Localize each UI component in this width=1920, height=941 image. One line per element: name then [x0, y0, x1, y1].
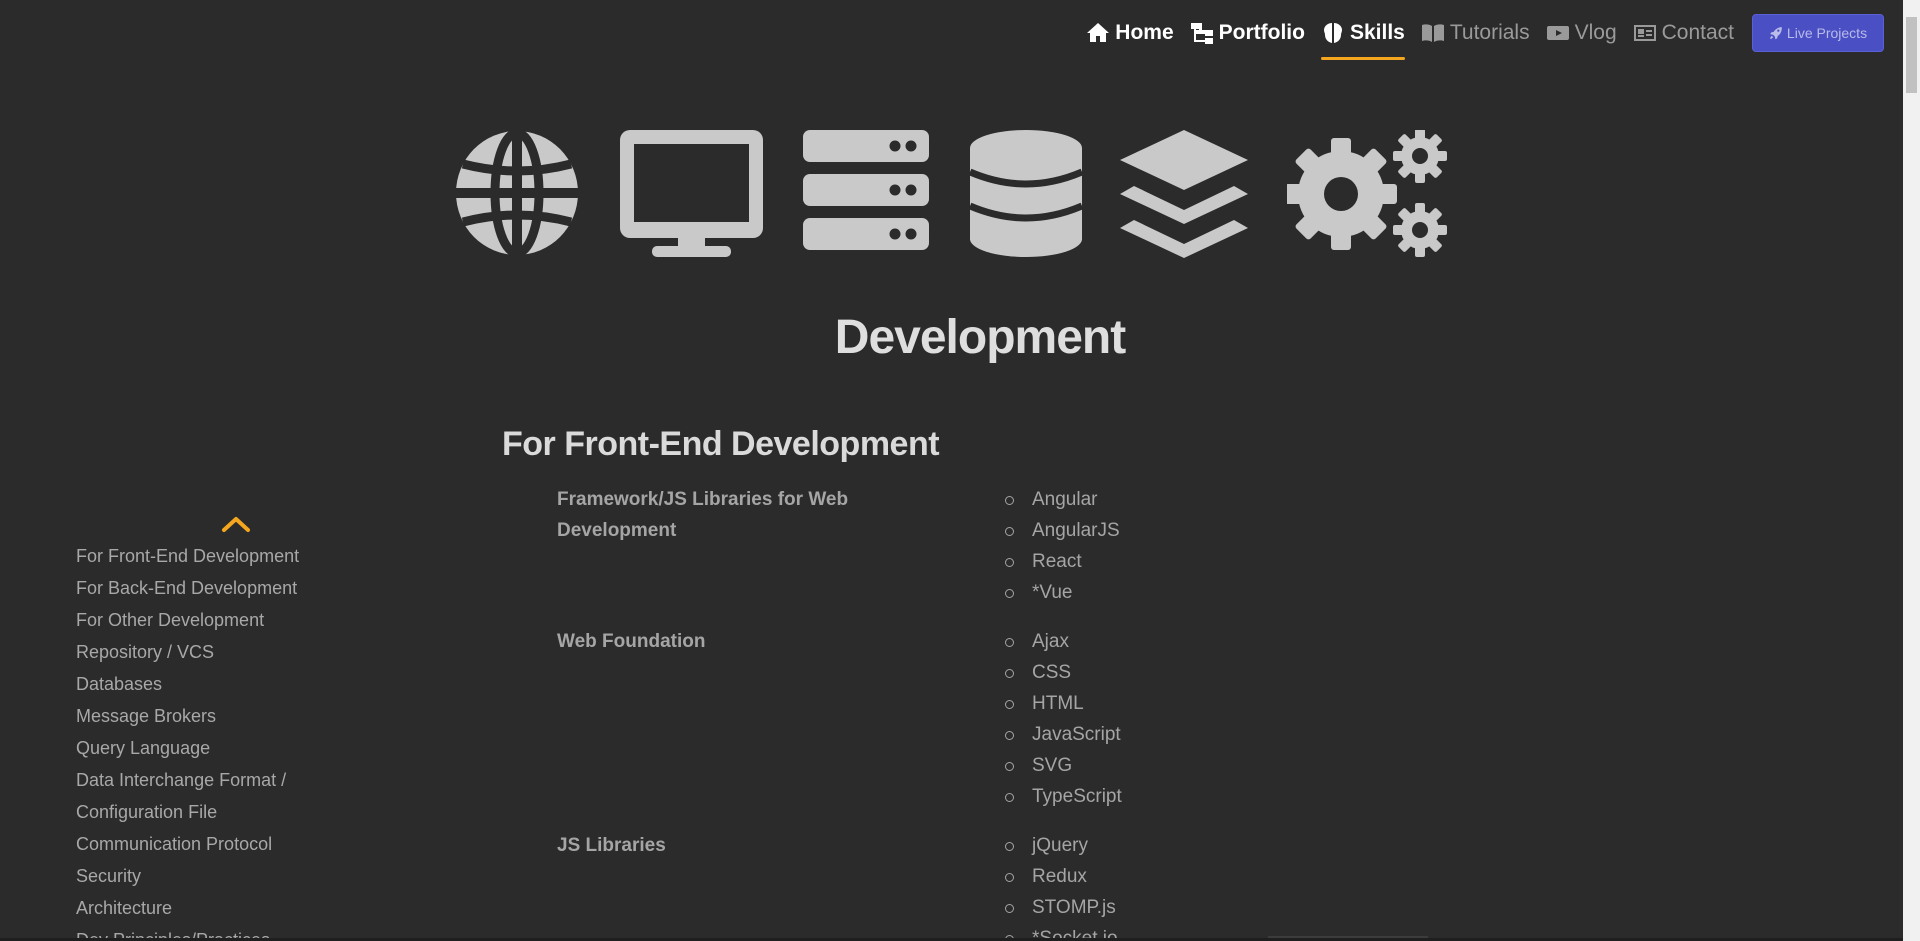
youtube-icon: [1546, 26, 1569, 40]
skill-item: STOMP.js: [1005, 892, 1118, 923]
address-card-icon: [1633, 25, 1656, 41]
server-icon: [803, 130, 929, 250]
skill-item: TypeScript: [1005, 781, 1122, 812]
skill-item: jQuery: [1005, 830, 1118, 861]
skill-item: *Vue: [1005, 577, 1120, 608]
skill-item: Angular: [1005, 484, 1120, 515]
sidenav-item-configuration-file[interactable]: Configuration File: [76, 796, 316, 828]
sidenav-item-architecture[interactable]: Architecture: [76, 892, 316, 924]
skill-item: React: [1005, 546, 1120, 577]
sidenav-item-repository[interactable]: Repository / VCS: [76, 636, 316, 668]
skill-item: JavaScript: [1005, 719, 1122, 750]
sidenav-item-security[interactable]: Security: [76, 860, 316, 892]
sidenav-collapse-button[interactable]: [220, 512, 252, 536]
desktop-icon: [620, 130, 763, 257]
nav-tutorials-label: Tutorials: [1449, 21, 1530, 44]
top-nav: Home Portfolio Skills Tutorials Vlog Con…: [1086, 0, 1884, 66]
nav-skills-label: Skills: [1349, 21, 1405, 44]
sidenav-item-databases[interactable]: Databases: [76, 668, 316, 700]
scrollbar-thumb[interactable]: [1906, 17, 1917, 93]
side-nav: For Front-End Development For Back-End D…: [76, 540, 336, 941]
skill-item: Redux: [1005, 861, 1118, 892]
book-icon: [1421, 24, 1444, 42]
nav-vlog-label: Vlog: [1574, 21, 1617, 44]
skill-list: Angular AngularJS React *Vue: [1005, 484, 1120, 608]
cogs-icon: [1287, 130, 1447, 257]
chevron-up-icon: [222, 517, 250, 532]
sidenav-item-other-development[interactable]: For Other Development: [76, 604, 316, 636]
nav-home-label: Home: [1115, 21, 1174, 44]
vertical-scrollbar[interactable]: [1903, 0, 1920, 941]
section-title: For Front-End Development: [502, 425, 940, 463]
nav-skills[interactable]: Skills: [1320, 13, 1405, 60]
rocket-icon: [1770, 27, 1782, 40]
page: Home Portfolio Skills Tutorials Vlog Con…: [0, 0, 1920, 941]
nav-contact[interactable]: Contact: [1633, 13, 1734, 53]
category-label: Framework/JS Libraries for Web Developme…: [557, 489, 849, 541]
brain-icon: [1323, 23, 1342, 43]
nav-vlog[interactable]: Vlog: [1546, 13, 1617, 53]
skill-item: Ajax: [1005, 626, 1122, 657]
live-projects-button[interactable]: Live Projects: [1752, 14, 1884, 52]
globe-icon: [455, 130, 579, 256]
sidenav-item-message-brokers[interactable]: Message Brokers: [76, 700, 316, 732]
sidenav-item-front-end[interactable]: For Front-End Development: [76, 540, 316, 572]
skill-item: HTML: [1005, 688, 1122, 719]
nav-contact-label: Contact: [1661, 21, 1734, 44]
sitemap-icon: [1190, 23, 1213, 44]
sidenav-item-communication-protocol[interactable]: Communication Protocol: [76, 828, 316, 860]
skill-list: Ajax CSS HTML JavaScript SVG TypeScript: [1005, 626, 1122, 812]
home-icon: [1087, 23, 1110, 42]
database-icon: [970, 130, 1082, 257]
layers-icon: [1120, 130, 1248, 258]
skill-list: jQuery Redux STOMP.js *Socket.io: [1005, 830, 1118, 941]
category-label: JS Libraries: [557, 835, 666, 856]
live-projects-label: Live Projects: [1786, 25, 1868, 41]
sidenav-item-back-end[interactable]: For Back-End Development: [76, 572, 316, 604]
skill-item: SVG: [1005, 750, 1122, 781]
page-title: Development: [834, 311, 1126, 364]
sidenav-item-query-language[interactable]: Query Language: [76, 732, 316, 764]
skill-item: CSS: [1005, 657, 1122, 688]
nav-home[interactable]: Home: [1086, 13, 1174, 53]
sidenav-item-data-interchange[interactable]: Data Interchange Format /: [76, 764, 316, 796]
skill-item: AngularJS: [1005, 515, 1120, 546]
nav-tutorials[interactable]: Tutorials: [1421, 13, 1530, 53]
category-label: Web Foundation: [557, 631, 706, 652]
nav-portfolio-label: Portfolio: [1218, 21, 1305, 44]
nav-portfolio[interactable]: Portfolio: [1190, 13, 1305, 53]
